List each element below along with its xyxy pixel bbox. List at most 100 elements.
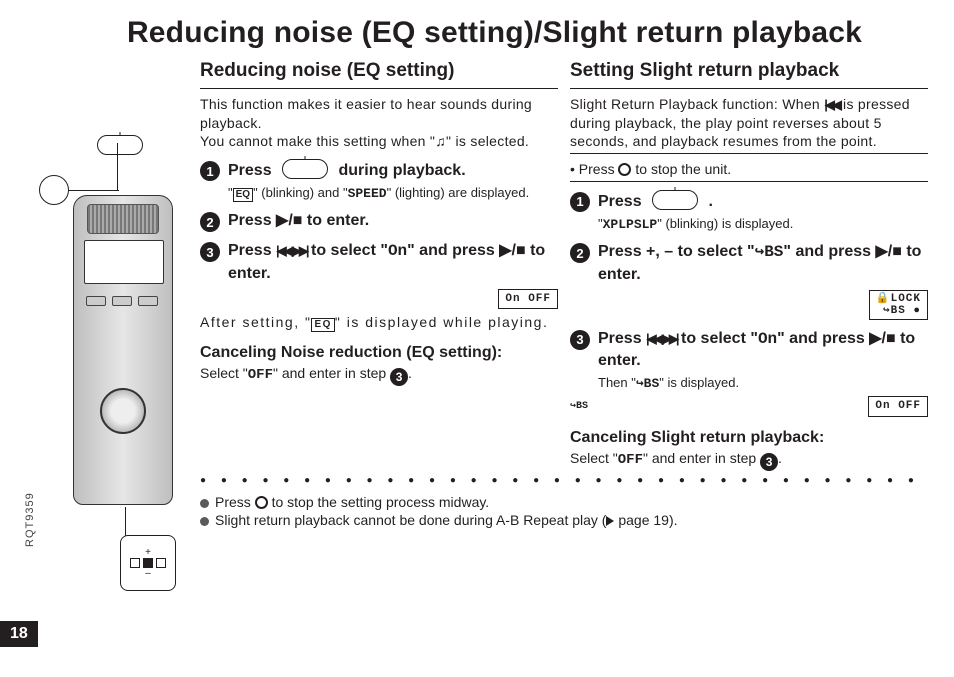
lcd-row: ↪BS On OFF <box>570 396 928 417</box>
text: to select " <box>307 242 388 259</box>
rewind-icon: |◀◀, ▶▶| <box>276 242 307 260</box>
step-number-1: 1 <box>570 192 590 212</box>
step-number-3: 3 <box>200 242 220 262</box>
left-intro-1: This function makes it easier to hear so… <box>200 95 558 133</box>
lcd-display: On OFF <box>868 396 928 417</box>
callout-line-vertical <box>125 507 126 537</box>
col-right: Setting Slight return playback Slight Re… <box>570 58 928 471</box>
bs-side-icon: ↪BS <box>570 400 588 414</box>
text: " (lighting) are displayed. <box>387 185 530 200</box>
text: Press <box>215 494 255 510</box>
text: " is displayed. <box>659 375 739 390</box>
callout-line <box>69 190 119 191</box>
left-step-2: 2 Press ▶/■ to enter. <box>200 210 558 232</box>
lcd-row: On OFF <box>200 289 558 310</box>
left-after: After setting, "EQ" is displayed while p… <box>200 313 558 332</box>
note-1: Press to stop the setting process midway… <box>200 494 929 510</box>
on-icon: On <box>758 330 777 348</box>
text: Press <box>228 242 276 259</box>
text: to stop the setting process midway. <box>268 494 490 510</box>
text: Press +, – to select " <box>598 243 755 260</box>
col-left: Reducing noise (EQ setting) This functio… <box>200 58 558 471</box>
page-number: 18 <box>0 621 38 647</box>
divider <box>200 88 558 89</box>
text: After setting, " <box>200 314 311 330</box>
left-intro-2: You cannot make this setting when "♫" is… <box>200 132 558 151</box>
lcd-row: 🔒LOCK ↪BS ● <box>570 290 928 320</box>
recorder-screen <box>84 240 164 284</box>
lcd-display: On OFF <box>498 289 558 310</box>
eq-icon: EQ <box>311 318 334 332</box>
callout-circle-icon <box>39 175 69 205</box>
callout-line-vertical <box>117 143 118 191</box>
lcd-line: ↪BS ● <box>876 305 921 317</box>
step-desc: "EQ" (blinking) and "SPEED" (lighting) a… <box>228 184 558 203</box>
text: Select " <box>570 450 618 466</box>
toggle-button-icon <box>282 159 328 179</box>
minus-icon: – <box>145 568 151 579</box>
right-step-1: 1 Press . "XPLPSLP" (blinking) is displa… <box>570 190 928 233</box>
divider <box>570 153 928 154</box>
step-number-1: 1 <box>200 161 220 181</box>
step-title: Press during playback. <box>228 159 558 182</box>
right-pre: • Press to stop the unit. <box>570 160 928 179</box>
top-toggle-icon <box>97 135 143 155</box>
text: Slight return playback cannot be done du… <box>215 512 606 528</box>
off-icon: OFF <box>248 367 273 383</box>
text: during playback. <box>339 162 466 179</box>
recorder-center-button <box>100 388 146 434</box>
text: Press <box>579 161 619 177</box>
right-cancel-head: Canceling Slight return playback: <box>570 427 928 449</box>
step-ref-3: 3 <box>760 453 778 471</box>
step-number-2: 2 <box>200 212 220 232</box>
bs-icon: ↪BS <box>636 376 659 391</box>
text: " (blinking) and " <box>253 185 348 200</box>
left-cancel-text: Select "OFF" and enter in step 3. <box>200 364 558 386</box>
bullet-icon <box>200 517 209 526</box>
stop-circle-icon <box>255 496 268 509</box>
left-heading: Reducing noise (EQ setting) <box>200 58 558 84</box>
play-icon <box>143 558 153 568</box>
step-title: Press |◀◀, ▶▶| to select "On" and press … <box>228 240 558 284</box>
text: . <box>709 193 713 210</box>
right-cancel-text: Select "OFF" and enter in step 3. <box>570 449 928 471</box>
off-icon: OFF <box>618 452 643 468</box>
note-2: Slight return playback cannot be done du… <box>200 512 929 528</box>
left-step-3: 3 Press |◀◀, ▶▶| to select "On" and pres… <box>200 240 558 284</box>
step-title: Press . <box>598 190 928 213</box>
toggle-button-icon <box>652 190 698 210</box>
step-desc: "XPLPSLP" (blinking) is displayed. <box>598 215 928 234</box>
text: " and enter in step <box>643 450 760 466</box>
bs-icon: ↪BS <box>755 243 784 261</box>
fwd-icon <box>156 558 166 568</box>
control-pad-icon: + – <box>120 535 176 591</box>
speed-icon: SPEED <box>348 186 387 201</box>
divider <box>570 88 928 89</box>
control-row <box>130 558 166 568</box>
on-icon: On <box>388 242 407 260</box>
text: Slight Return Playback function: When <box>570 96 824 112</box>
text: Then " <box>598 375 636 390</box>
text: Press <box>228 162 272 179</box>
text: to stop the unit. <box>631 161 731 177</box>
lcd-display: 🔒LOCK ↪BS ● <box>869 290 928 320</box>
recorder-button-row <box>86 296 158 306</box>
text: " is selected. <box>446 133 529 149</box>
text: to select " <box>677 330 758 347</box>
text: . <box>778 450 782 466</box>
text: You cannot make this setting when " <box>200 133 435 149</box>
document-code: RQT9359 <box>24 492 36 547</box>
step-title: Press ▶/■ to enter. <box>228 210 558 232</box>
right-heading: Setting Slight return playback <box>570 58 928 84</box>
left-step-1: 1 Press during playback. "EQ" (blinking)… <box>200 159 558 202</box>
right-step-2: 2 Press +, – to select "↪BS" and press ▶… <box>570 241 928 285</box>
text: " is displayed while playing. <box>335 314 548 330</box>
step-title: Press +, – to select "↪BS" and press ▶/■… <box>598 241 928 285</box>
rewind-icon: |◀◀ <box>824 96 839 114</box>
lcd-line: 🔒LOCK <box>876 293 921 305</box>
step-number-3: 3 <box>570 330 590 350</box>
music-icon: ♫ <box>435 133 446 149</box>
manual-page: Reducing noise (EQ setting)/Slight retur… <box>0 0 954 677</box>
recorder-body <box>73 195 173 505</box>
step-title: Press |◀◀, ▶▶| to select "On" and press … <box>598 328 928 372</box>
